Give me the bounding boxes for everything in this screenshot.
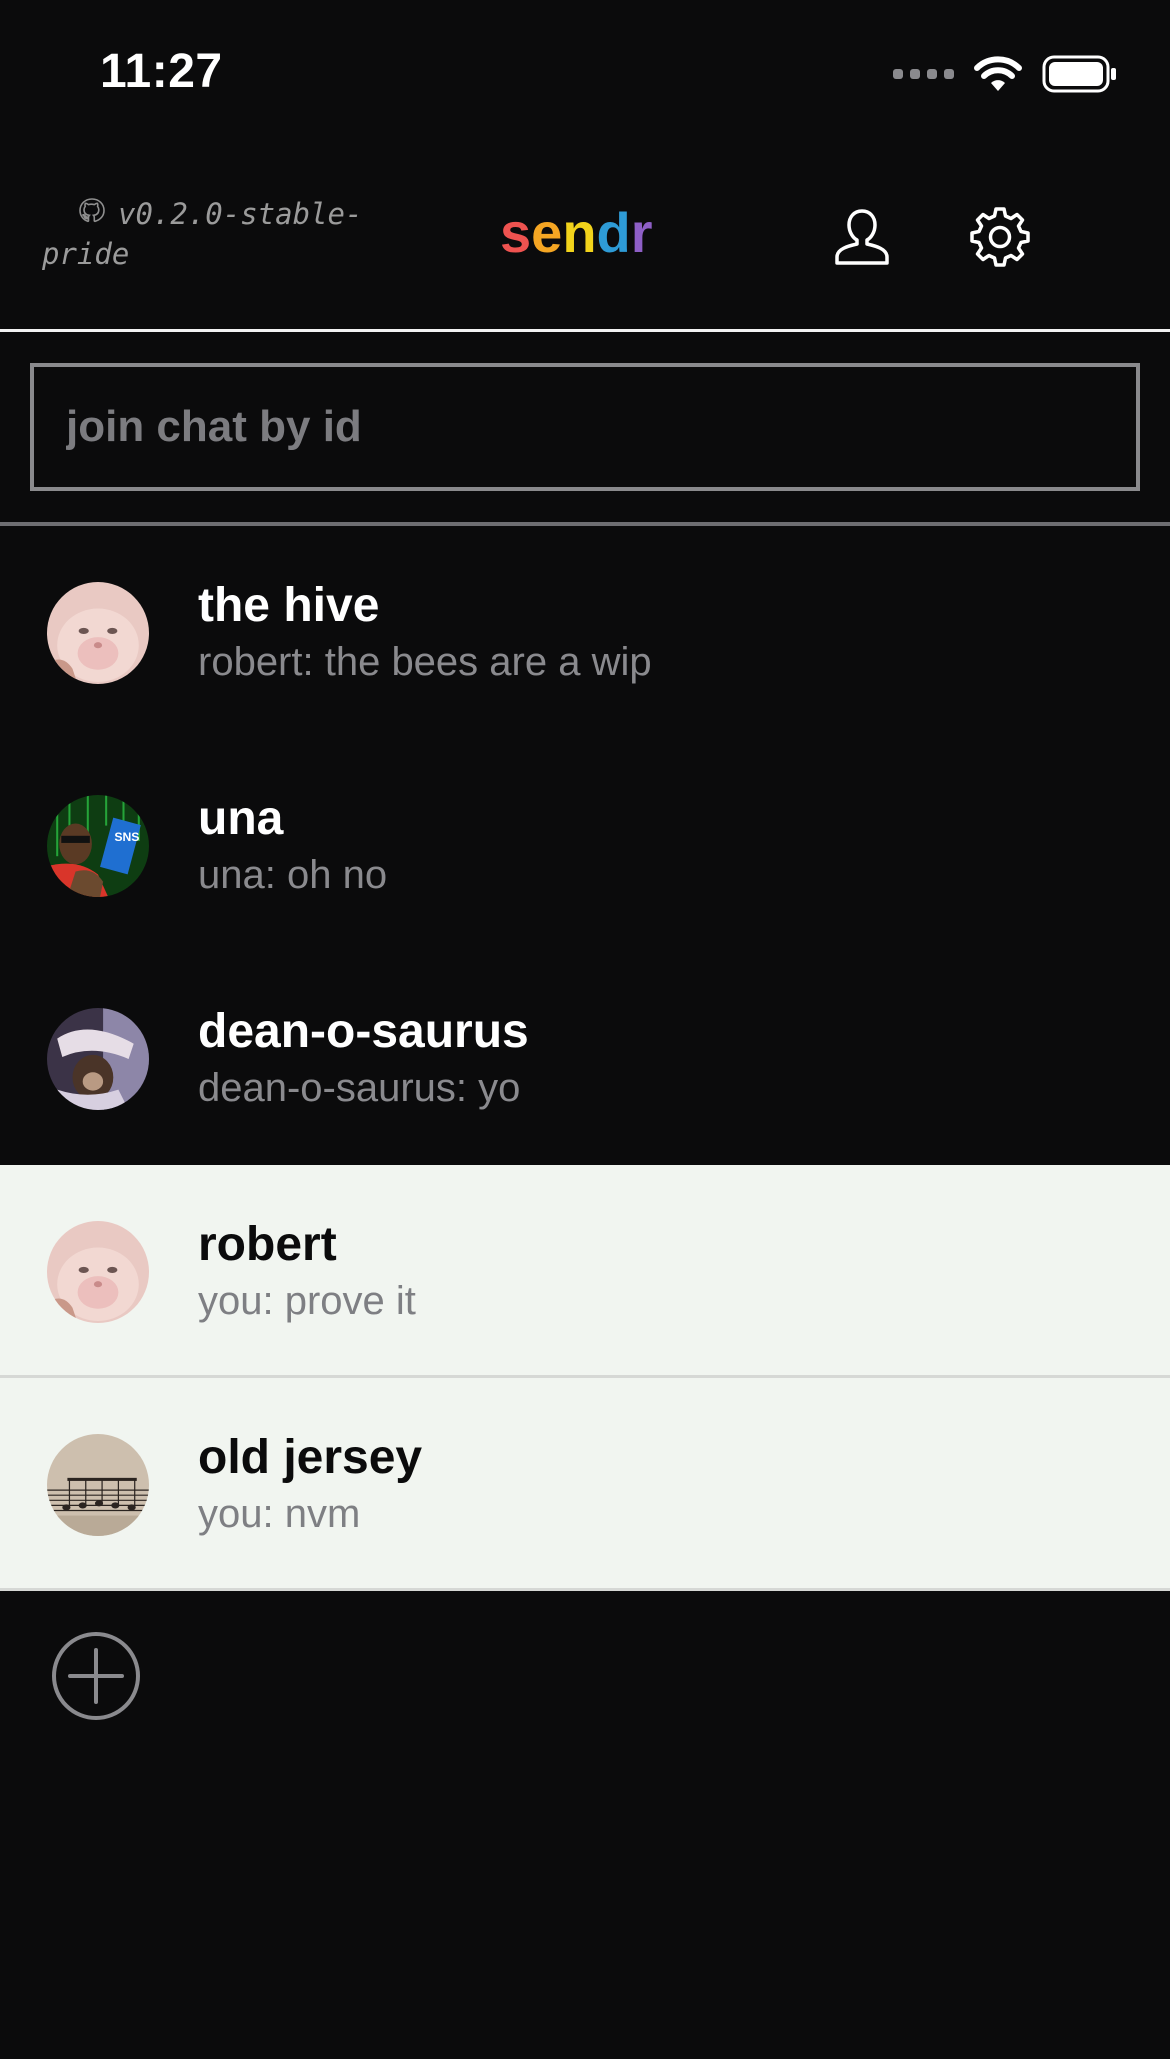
logo-letter: e [531,201,563,264]
chat-preview: dean-o-saurus: yo [198,1066,521,1110]
logo-letter: n [562,201,597,264]
join-chat-field[interactable] [30,363,1140,491]
plus-circle-icon[interactable] [50,1630,142,1722]
status-icons [893,50,1118,98]
chat-row-una[interactable]: SNS una una: oh no [0,739,1170,952]
svg-text:SNS: SNS [114,830,139,844]
chat-name: the hive [198,579,380,632]
chat-name: una [198,792,284,845]
chat-row-robert[interactable]: robert you: prove it [0,1165,1170,1378]
chat-row-the-hive[interactable]: the hive robert: the bees are a wip [0,526,1170,739]
chat-preview: you: nvm [198,1492,361,1536]
join-chat-input[interactable] [34,367,1136,487]
gear-icon[interactable] [968,205,1032,269]
status-time: 11:27 [100,45,223,98]
status-bar: 11:27 [0,0,1170,150]
logo-letter: s [500,201,532,264]
chat-list: the hive robert: the bees are a wip SNS … [0,526,1170,1591]
chat-preview: robert: the bees are a wip [198,640,652,684]
avatar [47,1434,149,1536]
chat-name: robert [198,1218,337,1271]
chat-name: dean-o-saurus [198,1005,529,1058]
github-icon [79,198,105,223]
avatar: SNS [47,795,149,897]
avatar [47,1008,149,1110]
cellular-signal-icon [893,69,954,79]
avatar [47,582,149,684]
logo-letter: d [596,201,631,264]
chat-preview: una: oh no [198,853,388,897]
chat-name: old jersey [198,1431,423,1484]
chat-row-dean-o-saurus[interactable]: dean-o-saurus dean-o-saurus: yo [0,952,1170,1165]
header-divider [0,329,1170,332]
app-logo: sendr [500,200,653,265]
app-header: v0.2.0-stable-pride sendr [0,150,1170,330]
avatar [47,1221,149,1323]
person-icon[interactable] [830,205,894,269]
wifi-icon [974,56,1022,91]
chat-preview: you: prove it [198,1279,416,1323]
battery-icon [1042,55,1116,93]
version-label[interactable]: v0.2.0-stable-pride [42,194,422,274]
chat-row-old-jersey[interactable]: old jersey you: nvm [0,1378,1170,1591]
logo-letter: r [630,201,653,264]
